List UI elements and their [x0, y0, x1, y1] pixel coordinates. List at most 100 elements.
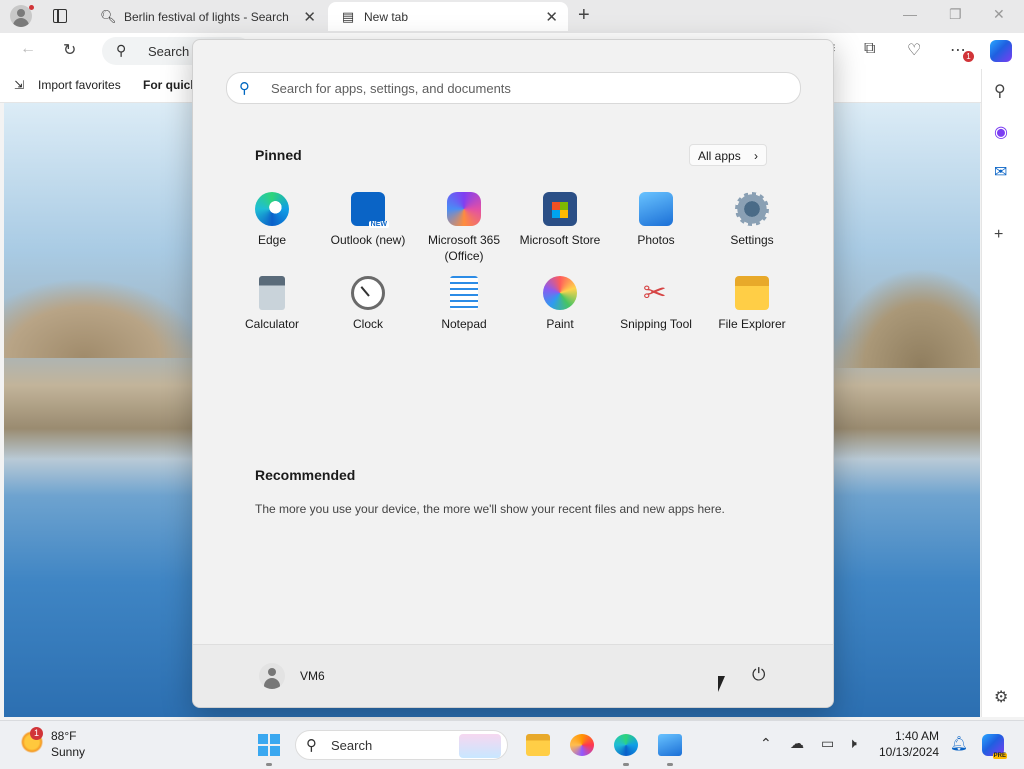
wallpaper-hill-right — [832, 268, 980, 368]
app-label: Calculator — [244, 317, 300, 331]
settings-icon — [735, 192, 769, 226]
edge-running-indicator — [623, 763, 629, 766]
app-label: Edge — [257, 233, 287, 247]
firefox-taskbar-icon[interactable] — [570, 734, 594, 756]
taskbar-date[interactable]: 10/13/2024 — [879, 745, 939, 759]
file-explorer-icon — [735, 276, 769, 310]
edge-taskbar-icon[interactable] — [614, 734, 638, 756]
network-icon[interactable]: ▭ — [821, 735, 834, 752]
close-icon[interactable]: ✕ — [303, 8, 316, 26]
recommended-empty-text: The more you use your device, the more w… — [255, 502, 725, 516]
app-label: File Explorer — [718, 317, 786, 331]
onedrive-offline-icon[interactable]: ☁ — [790, 735, 804, 752]
pinned-app-photos[interactable]: Photos — [608, 192, 704, 248]
new-tab-plus-icon[interactable]: + — [578, 4, 590, 27]
start-search-box[interactable]: ⚲ — [226, 72, 801, 104]
copilot-taskbar-icon[interactable]: PRE — [982, 734, 1007, 759]
outlook-sidebar-icon[interactable]: ✉ — [994, 162, 1007, 182]
app-label: Outlook (new) — [330, 233, 406, 247]
taskbar-search-box[interactable]: ⚲ Search — [295, 730, 508, 760]
taskbar-time[interactable]: 1:40 AM — [895, 729, 939, 743]
copilot-icon[interactable] — [990, 40, 1012, 62]
pinned-app-m365[interactable]: Microsoft 365 (Office) — [416, 192, 512, 264]
wallpaper-hill-left — [4, 278, 204, 358]
import-favorites-link[interactable]: Import favorites — [38, 78, 121, 92]
show-hidden-icons-chevron-icon[interactable]: ⌃ — [760, 735, 772, 752]
tab-new-tab[interactable]: ▤ New tab ✕ — [328, 2, 568, 31]
search-highlight-image — [459, 734, 501, 758]
pinned-app-file-explorer[interactable]: File Explorer — [704, 276, 800, 332]
browser-essentials-icon[interactable]: ♡ — [907, 40, 921, 60]
add-sidebar-app-icon[interactable]: + — [994, 226, 1003, 244]
profile-notification-dot — [29, 5, 34, 10]
app-label: Settings — [730, 233, 774, 247]
weather-temperature[interactable]: 88°F — [51, 729, 76, 743]
pinned-app-calculator[interactable]: Calculator — [224, 276, 320, 332]
app-label: Paint — [546, 317, 574, 331]
taskbar: 1 88°F Sunny ⚲ Search ⌃ ☁ ▭ 🕨 1:40 AM 10… — [0, 720, 1024, 769]
close-window-icon[interactable]: ✕ — [993, 6, 1005, 23]
app-label: Microsoft 365 (Office) — [427, 233, 501, 263]
import-icon: ⇲ — [14, 78, 25, 92]
sidebar-settings-icon[interactable]: ⚙ — [994, 687, 1008, 707]
copilot-sidebar-icon[interactable]: ◉ — [994, 122, 1008, 142]
store-icon — [543, 192, 577, 226]
photos-running-indicator — [667, 763, 673, 766]
tab-berlin-search[interactable]: 🔍︎ Berlin festival of lights - Search ✕ — [88, 2, 326, 31]
notification-bell-icon[interactable]: 🔔︎ — [950, 735, 968, 752]
photos-taskbar-icon[interactable] — [658, 734, 682, 756]
outlook-icon — [351, 192, 389, 228]
user-name[interactable]: VM6 — [300, 669, 325, 683]
all-apps-label: All apps — [698, 149, 741, 163]
restore-icon[interactable]: ❐ — [949, 6, 962, 23]
browser-tab-strip: 🔍︎ Berlin festival of lights - Search ✕ … — [0, 0, 1024, 33]
pinned-app-clock[interactable]: Clock — [320, 276, 416, 332]
edge-icon — [255, 192, 289, 226]
start-menu: ⚲ Pinned All apps › Edge Outlook (new) M… — [192, 39, 834, 708]
pinned-app-paint[interactable]: Paint — [512, 276, 608, 332]
user-avatar-icon[interactable] — [259, 663, 285, 689]
pinned-app-outlook[interactable]: Outlook (new) — [320, 192, 416, 248]
address-placeholder: Search — [148, 44, 190, 59]
pinned-app-snipping-tool[interactable]: Snipping Tool — [608, 276, 704, 332]
recommended-heading: Recommended — [255, 467, 356, 483]
pinned-app-settings[interactable]: Settings — [704, 192, 800, 248]
photos-icon — [639, 192, 673, 226]
weather-condition[interactable]: Sunny — [51, 745, 85, 759]
tab-title: New tab — [364, 9, 409, 24]
close-icon[interactable]: ✕ — [545, 8, 558, 26]
paint-icon — [543, 276, 577, 310]
power-icon[interactable]: ⏻ — [752, 665, 765, 685]
start-menu-footer: VM6 ⏻ — [193, 644, 833, 707]
file-explorer-taskbar-icon[interactable] — [526, 734, 550, 756]
tab-title: Berlin festival of lights - Search — [124, 9, 289, 24]
mouse-cursor-icon — [718, 676, 725, 692]
pinned-heading: Pinned — [255, 147, 302, 163]
search-icon: ⚲ — [116, 42, 127, 58]
taskbar-search-label: Search — [331, 738, 373, 753]
pinned-app-edge[interactable]: Edge — [224, 192, 320, 248]
pinned-app-notepad[interactable]: Notepad — [416, 276, 512, 332]
start-active-indicator — [266, 763, 272, 766]
tab-actions-icon[interactable] — [53, 9, 67, 23]
collections-icon[interactable]: ⧉ — [864, 40, 875, 58]
refresh-icon[interactable]: ↻ — [63, 40, 76, 60]
menu-notification-badge: 1 — [963, 51, 974, 62]
app-label: Snipping Tool — [620, 317, 692, 331]
all-apps-button[interactable]: All apps › — [689, 144, 767, 166]
minimize-icon[interactable]: — — [903, 6, 917, 22]
search-icon[interactable]: ⚲ — [994, 81, 1006, 101]
pinned-app-store[interactable]: Microsoft Store — [512, 192, 608, 248]
volume-muted-icon[interactable]: 🕨 — [848, 735, 857, 752]
search-icon: ⚲ — [239, 80, 250, 97]
app-label: Notepad — [441, 317, 487, 331]
search-icon: 🔍︎ — [100, 8, 117, 24]
newtab-page-icon: ▤ — [341, 8, 355, 24]
back-arrow-icon[interactable]: ← — [20, 40, 36, 58]
start-search-input[interactable] — [269, 77, 773, 99]
windows-start-icon[interactable] — [258, 734, 280, 756]
for-quick-access-link[interactable]: For quick — [143, 78, 197, 92]
weather-badge: 1 — [30, 727, 43, 740]
edge-sidebar: ⚲ ◉ ✉ + ⚙ — [981, 69, 1024, 717]
copilot-preview-badge: PRE — [992, 753, 1007, 759]
